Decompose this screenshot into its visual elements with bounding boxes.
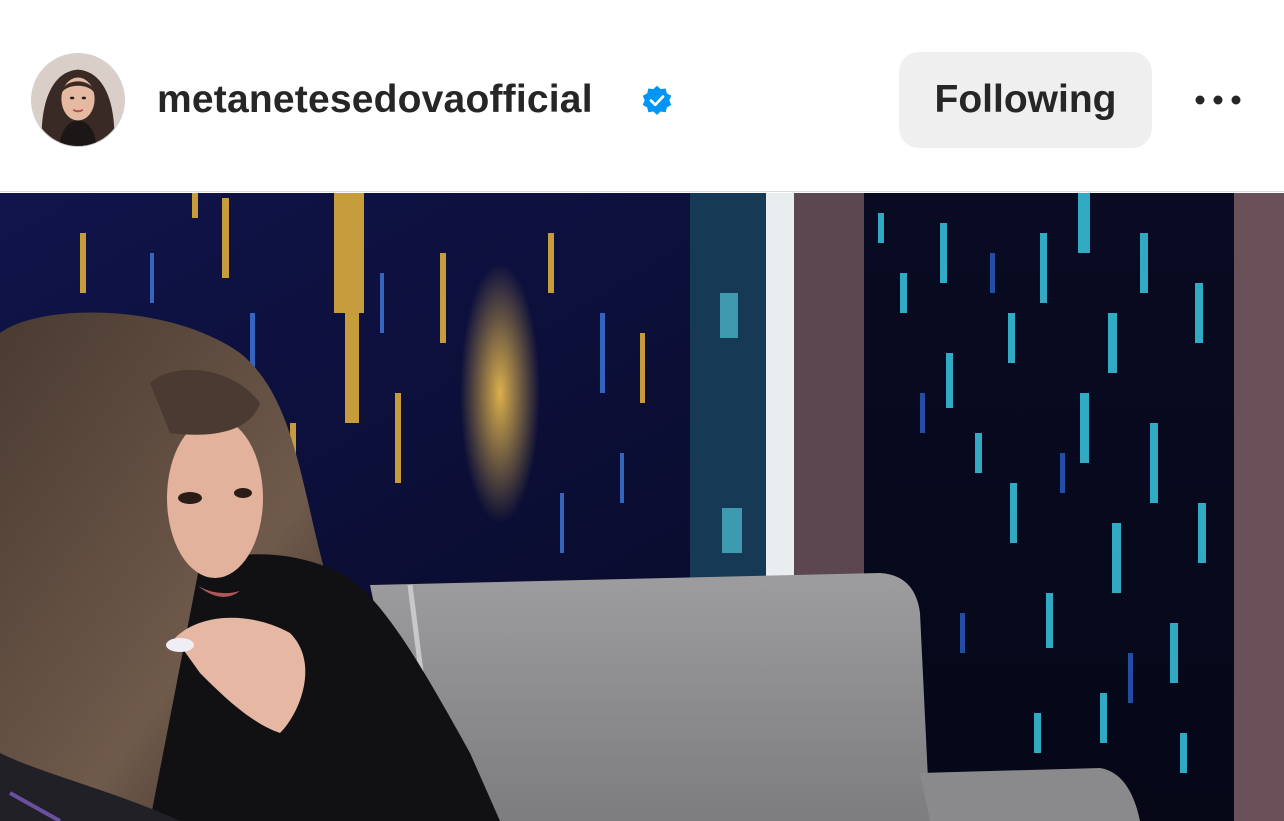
profile-avatar[interactable] <box>31 53 125 147</box>
username[interactable]: metanetesedovaofficial <box>157 76 593 124</box>
post-header: metanetesedovaofficial Following <box>0 0 1284 192</box>
following-button[interactable]: Following <box>899 52 1152 148</box>
post-media[interactable] <box>0 193 1284 821</box>
post-photo <box>0 193 1284 821</box>
verified-badge-icon <box>642 85 672 115</box>
avatar-image <box>32 54 124 146</box>
more-options-icon[interactable] <box>1190 80 1246 120</box>
